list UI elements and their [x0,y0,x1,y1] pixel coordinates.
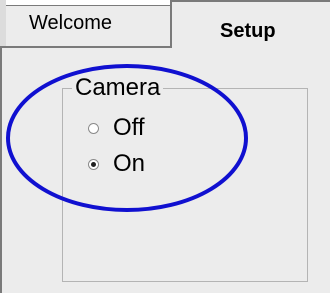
radio-checked-icon[interactable] [88,158,99,170]
tab-setup[interactable]: Setup [170,0,330,48]
camera-off-radio[interactable]: Off [88,114,145,142]
tab-setup-label: Setup [220,20,276,42]
tab-welcome[interactable]: Welcome [0,5,172,47]
camera-off-label[interactable]: Off [113,114,145,142]
camera-on-label[interactable]: On [113,150,145,178]
setup-dialog: Welcome Setup Camera Off On [0,0,330,293]
radio-unchecked-icon[interactable] [88,122,99,134]
camera-on-radio[interactable]: On [88,150,145,178]
tab-welcome-label: Welcome [29,12,112,34]
camera-group-title: Camera [72,74,164,102]
radio-selected-dot [91,161,96,167]
